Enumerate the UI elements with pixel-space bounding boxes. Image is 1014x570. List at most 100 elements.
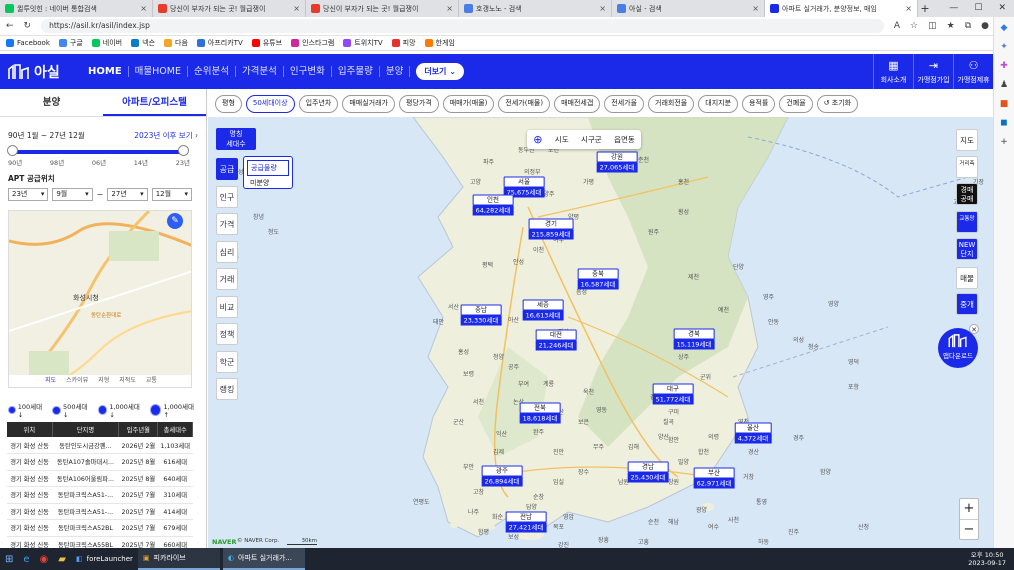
collections-icon[interactable]: ⧉ [965, 21, 971, 31]
region-supply-marker[interactable]: 인천 64,282세대 [472, 194, 514, 216]
submenu-item[interactable]: 공급물량 [247, 160, 289, 176]
zoom-out-button[interactable]: − [960, 520, 978, 540]
games-icon[interactable]: ♟ [1000, 80, 1008, 90]
taskbar-app[interactable]: ◐ 아파트 실거래가... [222, 548, 305, 570]
close-tab-icon[interactable]: × [446, 4, 453, 13]
back-icon[interactable]: ← [6, 21, 14, 31]
filter-chip[interactable]: 용적률 [742, 95, 776, 113]
after-2023-link[interactable]: 2023년 이후 보기 › [134, 130, 198, 141]
bookmark-item[interactable]: 네이버 [91, 38, 122, 48]
region-supply-marker[interactable]: 강원 27,065세대 [596, 151, 638, 173]
new-tab-button[interactable]: + [918, 0, 932, 17]
new-complex-button[interactable]: NEW 단지 [956, 238, 978, 260]
more-menu-button[interactable]: 더보기 ⌄ [416, 63, 464, 80]
end-year-select[interactable]: 27년 ▾ [107, 188, 148, 201]
map-tab[interactable]: 공급 [216, 158, 238, 180]
region-supply-marker[interactable]: 전북 18,618세대 [519, 402, 561, 424]
filter-chip[interactable]: 평당가격 [398, 95, 439, 113]
region-supply-marker[interactable]: 대전 21,246세대 [535, 329, 577, 351]
main-map[interactable]: 동두천파주고양의정부포천가평춘천홍천남양주양평횡성원주평택여주안성이천음성제천충… [208, 117, 993, 548]
minimap-tab[interactable]: 지도 [45, 375, 56, 387]
office-icon[interactable]: ■ [1000, 99, 1009, 109]
nav-item[interactable]: 가격분석 [236, 66, 284, 77]
header-franchise-join-button[interactable]: ⇥ 가맹점가입 [913, 54, 953, 89]
map-tab[interactable]: 학군 [216, 350, 238, 373]
bookmark-item[interactable]: 구글 [58, 38, 83, 48]
table-row[interactable]: 경기 화성 신동 동탄파크릭스A52BL 2025년 7월 679세대 [7, 519, 193, 537]
table-header[interactable]: 총세대수 [157, 422, 193, 437]
table-row[interactable]: 경기 화성 신동 동탄A106어울림파... 2025년 8월 640세대 [7, 470, 193, 487]
region-supply-marker[interactable]: 경기 215,859세대 [528, 218, 574, 240]
slider-start-handle[interactable] [7, 145, 18, 156]
filter-chip[interactable]: 거래회전율 [648, 95, 695, 113]
browser-tab[interactable]: 아실 - 검색 × [612, 0, 765, 17]
start-button[interactable]: ⊞ [0, 548, 18, 570]
auction-button[interactable]: 경매 공매 [956, 183, 978, 205]
header-company-button[interactable]: ▦ 회사소개 [873, 54, 913, 89]
refresh-icon[interactable]: ↻ [24, 21, 32, 31]
map-tab[interactable]: 정책 [216, 323, 238, 345]
close-tab-icon[interactable]: × [293, 4, 300, 13]
map-tab[interactable]: 심리 [216, 240, 238, 263]
filter-chip[interactable]: 평형 [215, 95, 242, 113]
filter-chip[interactable]: 대지지분 [698, 95, 739, 113]
filter-chip[interactable]: 전세가율 [604, 95, 645, 113]
left-tab-apartment[interactable]: 아파트/오피스텔 [103, 89, 206, 116]
year-range-slider[interactable] [12, 150, 184, 154]
mini-map[interactable]: 화성시청 동탄순환대로 ✎ 지도 스카이뷰 지형 지적도 교통 [8, 210, 192, 388]
nav-item[interactable]: 매물HOME [129, 66, 188, 77]
site-logo[interactable]: 아실 [0, 62, 82, 82]
minimap-tab[interactable]: 지적도 [119, 375, 136, 387]
region-supply-marker[interactable]: 경북 15,119세대 [673, 328, 715, 350]
map-tab[interactable]: 거래 [216, 268, 238, 290]
browser-tab[interactable]: 호갱노노 - 검색 × [459, 0, 612, 17]
taskbar-ie[interactable]: e [18, 548, 34, 570]
taskbar-app[interactable]: ▣ 피카라이브 [137, 548, 220, 570]
broker-button[interactable]: 중개 [956, 293, 978, 315]
bing-chat-icon[interactable]: ◆ [1001, 23, 1008, 33]
bookmark-item[interactable]: Facebook [6, 39, 50, 47]
region-supply-marker[interactable]: 세종 16,613세대 [522, 299, 564, 321]
favorites-icon[interactable]: ★ [947, 21, 955, 31]
favorite-star-icon[interactable]: ☆ [910, 21, 918, 31]
system-clock[interactable]: 오후 10:50 2023-09-17 [968, 551, 1014, 567]
map-tab[interactable]: 비교 [216, 295, 238, 318]
region-supply-marker[interactable]: 전남 27,421세대 [505, 511, 547, 533]
table-header[interactable]: 위치 [7, 422, 53, 437]
minimap-tab[interactable]: 지형 [98, 375, 109, 387]
browser-tab[interactable]: 아파트 실거래가, 분양정보, 매임 × [765, 0, 918, 17]
bookmark-item[interactable]: 트위치TV [343, 38, 383, 48]
transit-button[interactable]: 교통망 [956, 211, 978, 233]
table-row[interactable]: 경기 화성 산동 동탄인도시금강펜... 2026년 2월 1,103세대 [7, 437, 193, 454]
scope-option[interactable]: 읍면동 [614, 134, 635, 145]
filter-chip[interactable]: 매매실거래가 [342, 95, 395, 113]
bookmark-item[interactable]: 인스타그램 [291, 38, 334, 48]
scope-option[interactable]: 시도 [555, 134, 569, 145]
scope-option[interactable]: 시구군 [581, 134, 602, 145]
bookmark-item[interactable]: 유튜브 [251, 38, 282, 48]
table-header[interactable]: 입주년월 [118, 422, 159, 437]
browser-tab[interactable]: 당신이 부자가 되는 곳! 월급쟁이 × [306, 0, 459, 17]
table-row[interactable]: 경기 화성 신동 동탄파크릭스A51-... 2025년 7월 310세대 [7, 486, 193, 504]
filter-chip[interactable]: 입주년차 [298, 95, 339, 113]
minimap-tab[interactable]: 스카이뷰 [66, 375, 88, 387]
bookmark-item[interactable]: 다음 [164, 38, 188, 48]
pin-icon[interactable]: ✎ [167, 213, 183, 229]
slider-end-handle[interactable] [178, 145, 189, 156]
listing-button[interactable]: 매물 [956, 267, 978, 289]
region-supply-marker[interactable]: 충남 23,330세대 [460, 304, 502, 326]
tag-icon[interactable]: ✦ [1000, 42, 1008, 52]
map-tab[interactable]: 인구 [216, 185, 238, 208]
start-month-select[interactable]: 9월 ▾ [52, 188, 93, 201]
bookmark-item[interactable]: 아프리카TV [196, 38, 243, 48]
table-row[interactable]: 경기 화성 신동 동탄파크릭스A51-... 2025년 7월 414세대 [7, 503, 193, 520]
filter-chip[interactable]: 건폐율 [779, 95, 813, 113]
submenu-item[interactable]: 미분양 [247, 176, 289, 190]
table-row[interactable]: 경기 화성 신동 동탄A107솔마대시... 2025년 8월 616세대 [7, 453, 193, 471]
minimap-tab[interactable]: 교통 [146, 375, 157, 387]
map-tab[interactable]: 랭킹 [216, 378, 238, 400]
taskbar-chrome[interactable]: ◉ [35, 548, 54, 570]
region-supply-marker[interactable]: 충북 16,587세대 [577, 268, 619, 290]
nav-item[interactable]: 인구변화 [284, 66, 332, 77]
bookmark-item[interactable]: 피망 [391, 38, 416, 48]
